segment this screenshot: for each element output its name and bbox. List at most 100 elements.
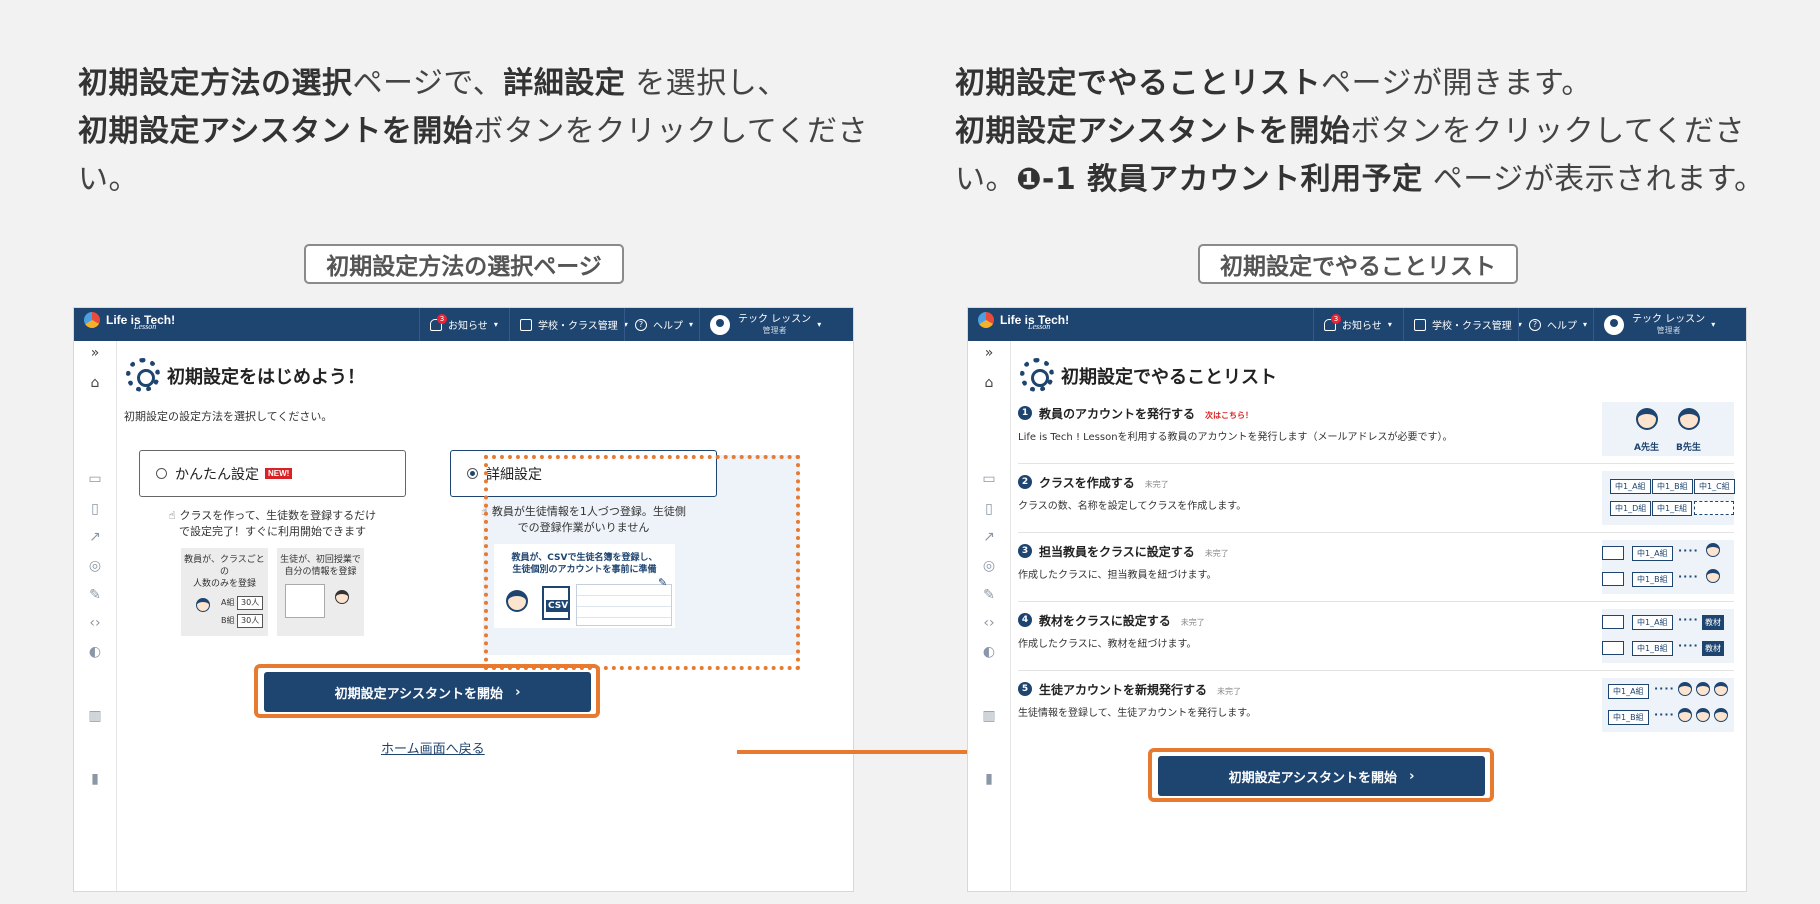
- check-circle-icon[interactable]: ◎: [981, 558, 997, 574]
- student-face-icon: [1678, 682, 1692, 696]
- instruction-text: 初期設定の設定方法を選択してください。: [124, 410, 333, 423]
- class-b-label: B組: [221, 616, 235, 625]
- building-icon: [1414, 318, 1426, 331]
- chevron-right-icon: ›: [1409, 768, 1415, 784]
- user-menu[interactable]: テック レッスン 管理者 ▾: [699, 308, 831, 341]
- start-assistant-button[interactable]: 初期設定アシスタントを開始 ›: [1158, 756, 1485, 796]
- help-label: ヘルプ: [653, 321, 683, 332]
- class-a-count: 30人: [237, 596, 264, 610]
- notifications-menu[interactable]: 3 お知らせ ▾: [419, 308, 508, 341]
- gear-icon: [126, 358, 160, 392]
- trend-icon[interactable]: ↗: [981, 529, 997, 545]
- step-number: 2: [1018, 475, 1032, 489]
- chart-icon[interactable]: ▥: [981, 708, 997, 724]
- intro-right-b1: 初期設定でやることリスト: [955, 66, 1321, 101]
- easy-setup-option[interactable]: かんたん設定 NEW!: [139, 450, 406, 497]
- intro-left-b3: 初期設定アシスタントを開始: [78, 114, 474, 149]
- step-title: クラスを作成する: [1039, 476, 1135, 490]
- expand-sidebar-icon[interactable]: »: [981, 345, 997, 361]
- step-title: 教材をクラスに設定する: [1039, 614, 1171, 628]
- start-assistant-button[interactable]: 初期設定アシスタントを開始 ›: [264, 672, 591, 712]
- school-class-menu[interactable]: 学校・クラス管理 ▾: [1403, 308, 1532, 341]
- todo-step-4[interactable]: 4 教材をクラスに設定する 未完了 作成したクラスに、教材を紐づけます。 中1_A…: [1018, 609, 1734, 671]
- school-class-label: 学校・クラス管理: [1432, 321, 1512, 332]
- code-icon[interactable]: ‹›: [981, 615, 997, 631]
- home-icon[interactable]: ⌂: [87, 375, 103, 391]
- easy-radio[interactable]: [156, 468, 167, 479]
- todo-step-5[interactable]: 5 生徒アカウントを新規発行する 未完了 生徒情報を登録して、生徒アカウントを発行…: [1018, 678, 1734, 740]
- notifications-menu[interactable]: 3 お知らせ ▾: [1313, 308, 1402, 341]
- teacher-b-label: B先生: [1676, 443, 1701, 453]
- class-tag: 中1_A組: [1632, 615, 1673, 630]
- step-title-wrap: 教材をクラスに設定する 未完了: [1039, 612, 1205, 629]
- step-status: 未完了: [1217, 687, 1242, 696]
- trend-icon[interactable]: ↗: [87, 529, 103, 545]
- chart-icon[interactable]: ▥: [87, 708, 103, 724]
- home-icon[interactable]: ⌂: [981, 375, 997, 391]
- intro-right-t3: ページが表示されます。: [1422, 162, 1765, 197]
- bell-icon: 3: [430, 313, 447, 331]
- step-title-wrap: 生徒アカウントを新規発行する 未完了: [1039, 681, 1241, 698]
- teachers-illustration: A先生 B先生: [1602, 402, 1734, 456]
- todo-step-2[interactable]: 2 クラスを作成する 未完了 クラスの数、名称を設定してクラスを作成します。 中1…: [1018, 471, 1735, 533]
- card2-line2: 自分の情報を登録: [284, 567, 357, 577]
- teacher-face-icon: [1706, 569, 1720, 583]
- home-link[interactable]: ホーム画面へ戻る: [381, 738, 485, 757]
- user-menu[interactable]: テック レッスン 管理者 ▾: [1593, 308, 1725, 341]
- pencil-icon[interactable]: ✎: [87, 587, 103, 603]
- logo[interactable]: Life is Tech!: [84, 312, 175, 328]
- easy-desc-2: で設定完了！すぐに利用開始できます: [179, 525, 366, 538]
- user-name: テック レッスン: [738, 313, 812, 325]
- step-description: 生徒情報を登録して、生徒アカウントを発行します。: [1018, 708, 1257, 719]
- teacher-assignment-illustration: 中1_A組 ···· 中1_B組 ····: [1602, 540, 1734, 594]
- intro-left-b2: 詳細設定: [503, 66, 626, 101]
- teacher-face-icon: [196, 598, 210, 612]
- code-icon[interactable]: ‹›: [87, 615, 103, 631]
- intro-right: 初期設定でやることリストページが開きます。 初期設定アシスタントを開始ボタンをク…: [955, 60, 1785, 204]
- document-edit-icon[interactable]: ▯: [87, 501, 103, 517]
- detail-radio[interactable]: [467, 468, 478, 479]
- caret-down-icon: ▾: [493, 320, 498, 329]
- user-info: テック レッスン 管理者: [738, 314, 811, 336]
- new-badge: NEW!: [265, 468, 293, 479]
- logo[interactable]: Life is Tech!: [978, 312, 1069, 328]
- logo-mark-icon: [84, 312, 100, 328]
- expand-sidebar-icon[interactable]: »: [87, 345, 103, 361]
- gear-icon: [1020, 358, 1054, 392]
- step-status: 未完了: [1180, 618, 1205, 627]
- book-icon[interactable]: ▮: [87, 771, 103, 787]
- blank-tag: [1602, 615, 1624, 629]
- todo-step-3[interactable]: 3 担当教員をクラスに設定する 未完了 作成したクラスに、担当教員を紐づけます。 …: [1018, 540, 1734, 602]
- monitor-icon[interactable]: ▭: [981, 471, 997, 487]
- student-face-icon: [1696, 682, 1710, 696]
- teacher-a-label: A先生: [1634, 443, 1659, 453]
- help-icon: ?: [1529, 318, 1541, 331]
- help-menu[interactable]: ? ヘルプ ▾: [624, 308, 703, 341]
- check-circle-icon[interactable]: ◎: [87, 558, 103, 574]
- class-tag: 中1_C組: [1694, 479, 1735, 494]
- palette-icon[interactable]: ◐: [981, 644, 997, 660]
- palette-icon[interactable]: ◐: [87, 644, 103, 660]
- school-class-menu[interactable]: 学校・クラス管理 ▾: [509, 308, 638, 341]
- easy-desc-1: クラスを作って、生徒数を登録するだけ: [179, 509, 377, 522]
- monitor-icon[interactable]: ▭: [87, 471, 103, 487]
- logo-mark-icon: [978, 312, 994, 328]
- document-edit-icon[interactable]: ▯: [981, 501, 997, 517]
- student-face-icon: [335, 590, 349, 604]
- class-tag: 中1_B組: [1632, 641, 1673, 656]
- easy-card-teacher: 教員が、クラスごと の 人数のみを登録 A組 30人 B組 30人: [181, 548, 268, 636]
- help-menu[interactable]: ? ヘルプ ▾: [1518, 308, 1597, 341]
- book-icon[interactable]: ▮: [981, 771, 997, 787]
- step-title-wrap: クラスを作成する 未完了: [1039, 474, 1169, 491]
- todo-step-1[interactable]: 1 教員のアカウントを発行する 次はこちら！ Life is Tech ! Les…: [1018, 402, 1734, 464]
- notifications-label: お知らせ: [448, 321, 488, 332]
- start-assistant-label: 初期設定アシスタントを開始: [334, 686, 504, 702]
- step-description: 作成したクラスに、教材を紐づけます。: [1018, 639, 1197, 650]
- step-title: 教員のアカウントを発行する: [1039, 407, 1196, 421]
- intro-right-b3: ❶-1 教員アカウント利用予定: [1016, 162, 1423, 197]
- connector-dots: ····: [1678, 570, 1699, 583]
- intro-right-b2: 初期設定アシスタントを開始: [955, 114, 1351, 149]
- student-face-icon: [1678, 708, 1692, 722]
- teacher-b-face-icon: [1678, 408, 1700, 430]
- pencil-icon[interactable]: ✎: [981, 587, 997, 603]
